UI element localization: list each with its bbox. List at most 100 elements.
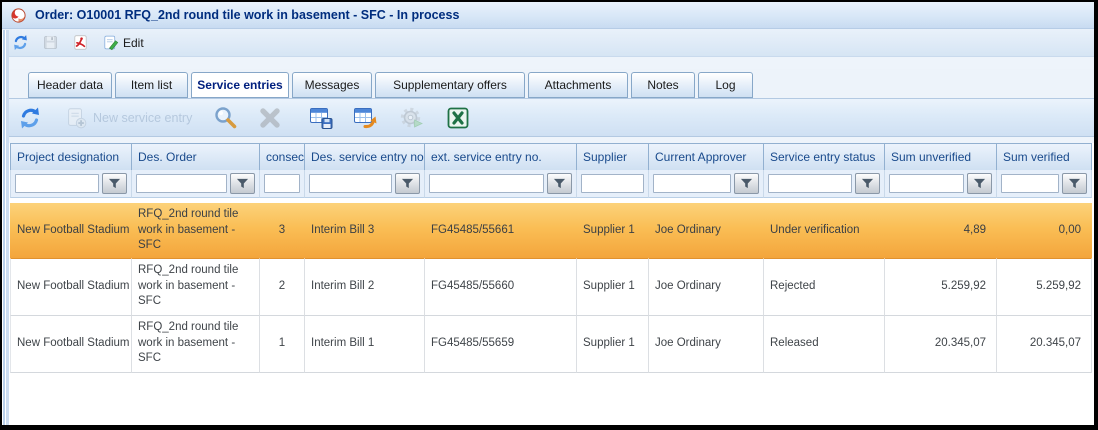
- run-process-button[interactable]: [400, 106, 424, 130]
- cell-consecutive: 1: [260, 316, 305, 373]
- search-icon: [212, 105, 238, 131]
- column-header-des-service-entry-no[interactable]: Des. service entry no.: [305, 143, 425, 170]
- tab-item-list[interactable]: Item list: [115, 72, 188, 98]
- tab-strip: Header data Item list Service entries Me…: [2, 69, 1094, 98]
- filter-funnel-icon: [400, 177, 415, 190]
- column-header-des-order[interactable]: Des. Order: [132, 143, 260, 170]
- search-button[interactable]: [212, 105, 238, 131]
- service-entries-toolbar: New service entry: [2, 98, 1094, 137]
- filter-button-current-approver[interactable]: [734, 173, 759, 194]
- filter-funnel-icon: [972, 177, 987, 190]
- pdf-button[interactable]: [72, 34, 89, 51]
- filter-funnel-icon: [235, 177, 250, 190]
- filter-input-des-order[interactable]: [136, 174, 227, 193]
- cell-sum-verified: 5.259,92: [997, 259, 1092, 316]
- refresh-button[interactable]: [12, 34, 29, 51]
- cell-des-service-entry-no: Interim Bill 2: [305, 259, 425, 316]
- edit-button-label: Edit: [123, 36, 144, 50]
- cell-project-designation: New Football Stadium f: [10, 259, 132, 316]
- cell-current-approver: Joe Ordinary: [649, 259, 764, 316]
- tab-notes[interactable]: Notes: [631, 72, 695, 98]
- main-toolbar: Edit: [2, 29, 1094, 57]
- table-save-icon: [308, 105, 334, 131]
- new-service-entry-button[interactable]: New service entry: [64, 106, 192, 130]
- cell-current-approver: Joe Ordinary: [649, 198, 764, 259]
- tab-messages[interactable]: Messages: [292, 72, 372, 98]
- filter-input-supplier[interactable]: [581, 174, 644, 193]
- export-layout-button[interactable]: [352, 105, 378, 131]
- cell-des-order: RFQ_2nd round tile work in basement - SF…: [132, 259, 260, 316]
- filter-button-service-entry-status[interactable]: [855, 173, 880, 194]
- edit-button[interactable]: Edit: [102, 34, 144, 51]
- edit-icon: [102, 34, 119, 51]
- filter-row: [10, 170, 1092, 198]
- cell-project-designation: New Football Stadium f: [10, 316, 132, 373]
- delete-button[interactable]: [258, 106, 282, 130]
- column-header-current-approver[interactable]: Current Approver: [649, 143, 764, 170]
- column-header-project-designation[interactable]: Project designation: [10, 143, 132, 170]
- header-row: Project designation Des. Order consecut …: [10, 143, 1092, 170]
- filter-input-project-designation[interactable]: [15, 174, 99, 193]
- gear-run-icon: [400, 106, 424, 130]
- filter-funnel-icon: [1067, 177, 1082, 190]
- cell-supplier: Supplier 1: [577, 259, 649, 316]
- pdf-icon: [72, 34, 89, 51]
- tab-supplementary-offers[interactable]: Supplementary offers: [375, 72, 525, 98]
- column-header-consecutive[interactable]: consecut: [260, 143, 305, 170]
- filter-input-current-approver[interactable]: [653, 174, 731, 193]
- window-frame-left: [2, 30, 9, 425]
- cell-status: Released: [764, 316, 885, 373]
- refresh-icon: [18, 106, 42, 130]
- service-entries-table: Project designation Des. Order consecut …: [10, 143, 1092, 373]
- filter-button-sum-unverified[interactable]: [967, 173, 992, 194]
- table-row[interactable]: New Football Stadium f RFQ_2nd round til…: [10, 198, 1092, 259]
- cell-des-order: RFQ_2nd round tile work in basement - SF…: [132, 198, 260, 259]
- filter-input-sum-verified[interactable]: [1001, 174, 1059, 193]
- filter-input-sum-unverified[interactable]: [889, 174, 964, 193]
- table-row[interactable]: New Football Stadium f RFQ_2nd round til…: [10, 259, 1092, 316]
- filter-funnel-icon: [860, 177, 875, 190]
- app-logo-sphere-icon: [10, 7, 27, 24]
- column-header-sum-unverified[interactable]: Sum unverified: [885, 143, 997, 170]
- tab-log[interactable]: Log: [698, 72, 753, 98]
- filter-button-project-designation[interactable]: [102, 173, 127, 194]
- tab-header-data[interactable]: Header data: [28, 72, 112, 98]
- filter-button-ext-service-entry-no[interactable]: [547, 173, 572, 194]
- new-service-entry-icon: [64, 106, 88, 130]
- excel-export-button[interactable]: [446, 106, 470, 130]
- table-export-icon: [352, 105, 378, 131]
- refresh-icon: [12, 34, 29, 51]
- column-header-sum-verified[interactable]: Sum verified: [997, 143, 1092, 170]
- cell-des-service-entry-no: Interim Bill 3: [305, 198, 425, 259]
- save-layout-button[interactable]: [308, 105, 334, 131]
- grid-refresh-button[interactable]: [18, 106, 42, 130]
- cell-supplier: Supplier 1: [577, 198, 649, 259]
- tab-service-entries-label: Service entries: [197, 78, 282, 92]
- save-icon: [42, 34, 59, 51]
- tab-attachments[interactable]: Attachments: [528, 72, 628, 98]
- tab-service-entries[interactable]: Service entries: [191, 72, 289, 98]
- cell-project-designation: New Football Stadium f: [10, 198, 132, 259]
- cell-sum-verified: 0,00: [997, 198, 1092, 259]
- spacer: [2, 57, 1094, 69]
- cell-ext-service-entry-no: FG45485/55659: [425, 316, 577, 373]
- cell-sum-unverified: 4,89: [885, 198, 997, 259]
- column-header-service-entry-status[interactable]: Service entry status: [764, 143, 885, 170]
- table-row[interactable]: New Football Stadium f RFQ_2nd round til…: [10, 316, 1092, 373]
- cell-current-approver: Joe Ordinary: [649, 316, 764, 373]
- cell-ext-service-entry-no: FG45485/55660: [425, 259, 577, 316]
- filter-input-service-entry-status[interactable]: [768, 174, 852, 193]
- filter-button-sum-verified[interactable]: [1062, 173, 1087, 194]
- cell-consecutive: 3: [260, 198, 305, 259]
- column-header-supplier[interactable]: Supplier: [577, 143, 649, 170]
- filter-funnel-icon: [107, 177, 122, 190]
- filter-input-consecutive[interactable]: [264, 174, 300, 193]
- order-window: Order: O10001 RFQ_2nd round tile work in…: [0, 0, 1098, 430]
- new-service-entry-label: New service entry: [93, 111, 192, 125]
- column-header-ext-service-entry-no[interactable]: ext. service entry no.: [425, 143, 577, 170]
- save-button[interactable]: [42, 34, 59, 51]
- filter-button-des-service-entry-no[interactable]: [395, 173, 420, 194]
- filter-input-des-service-entry-no[interactable]: [309, 174, 392, 193]
- filter-button-des-order[interactable]: [230, 173, 255, 194]
- filter-input-ext-service-entry-no[interactable]: [429, 174, 544, 193]
